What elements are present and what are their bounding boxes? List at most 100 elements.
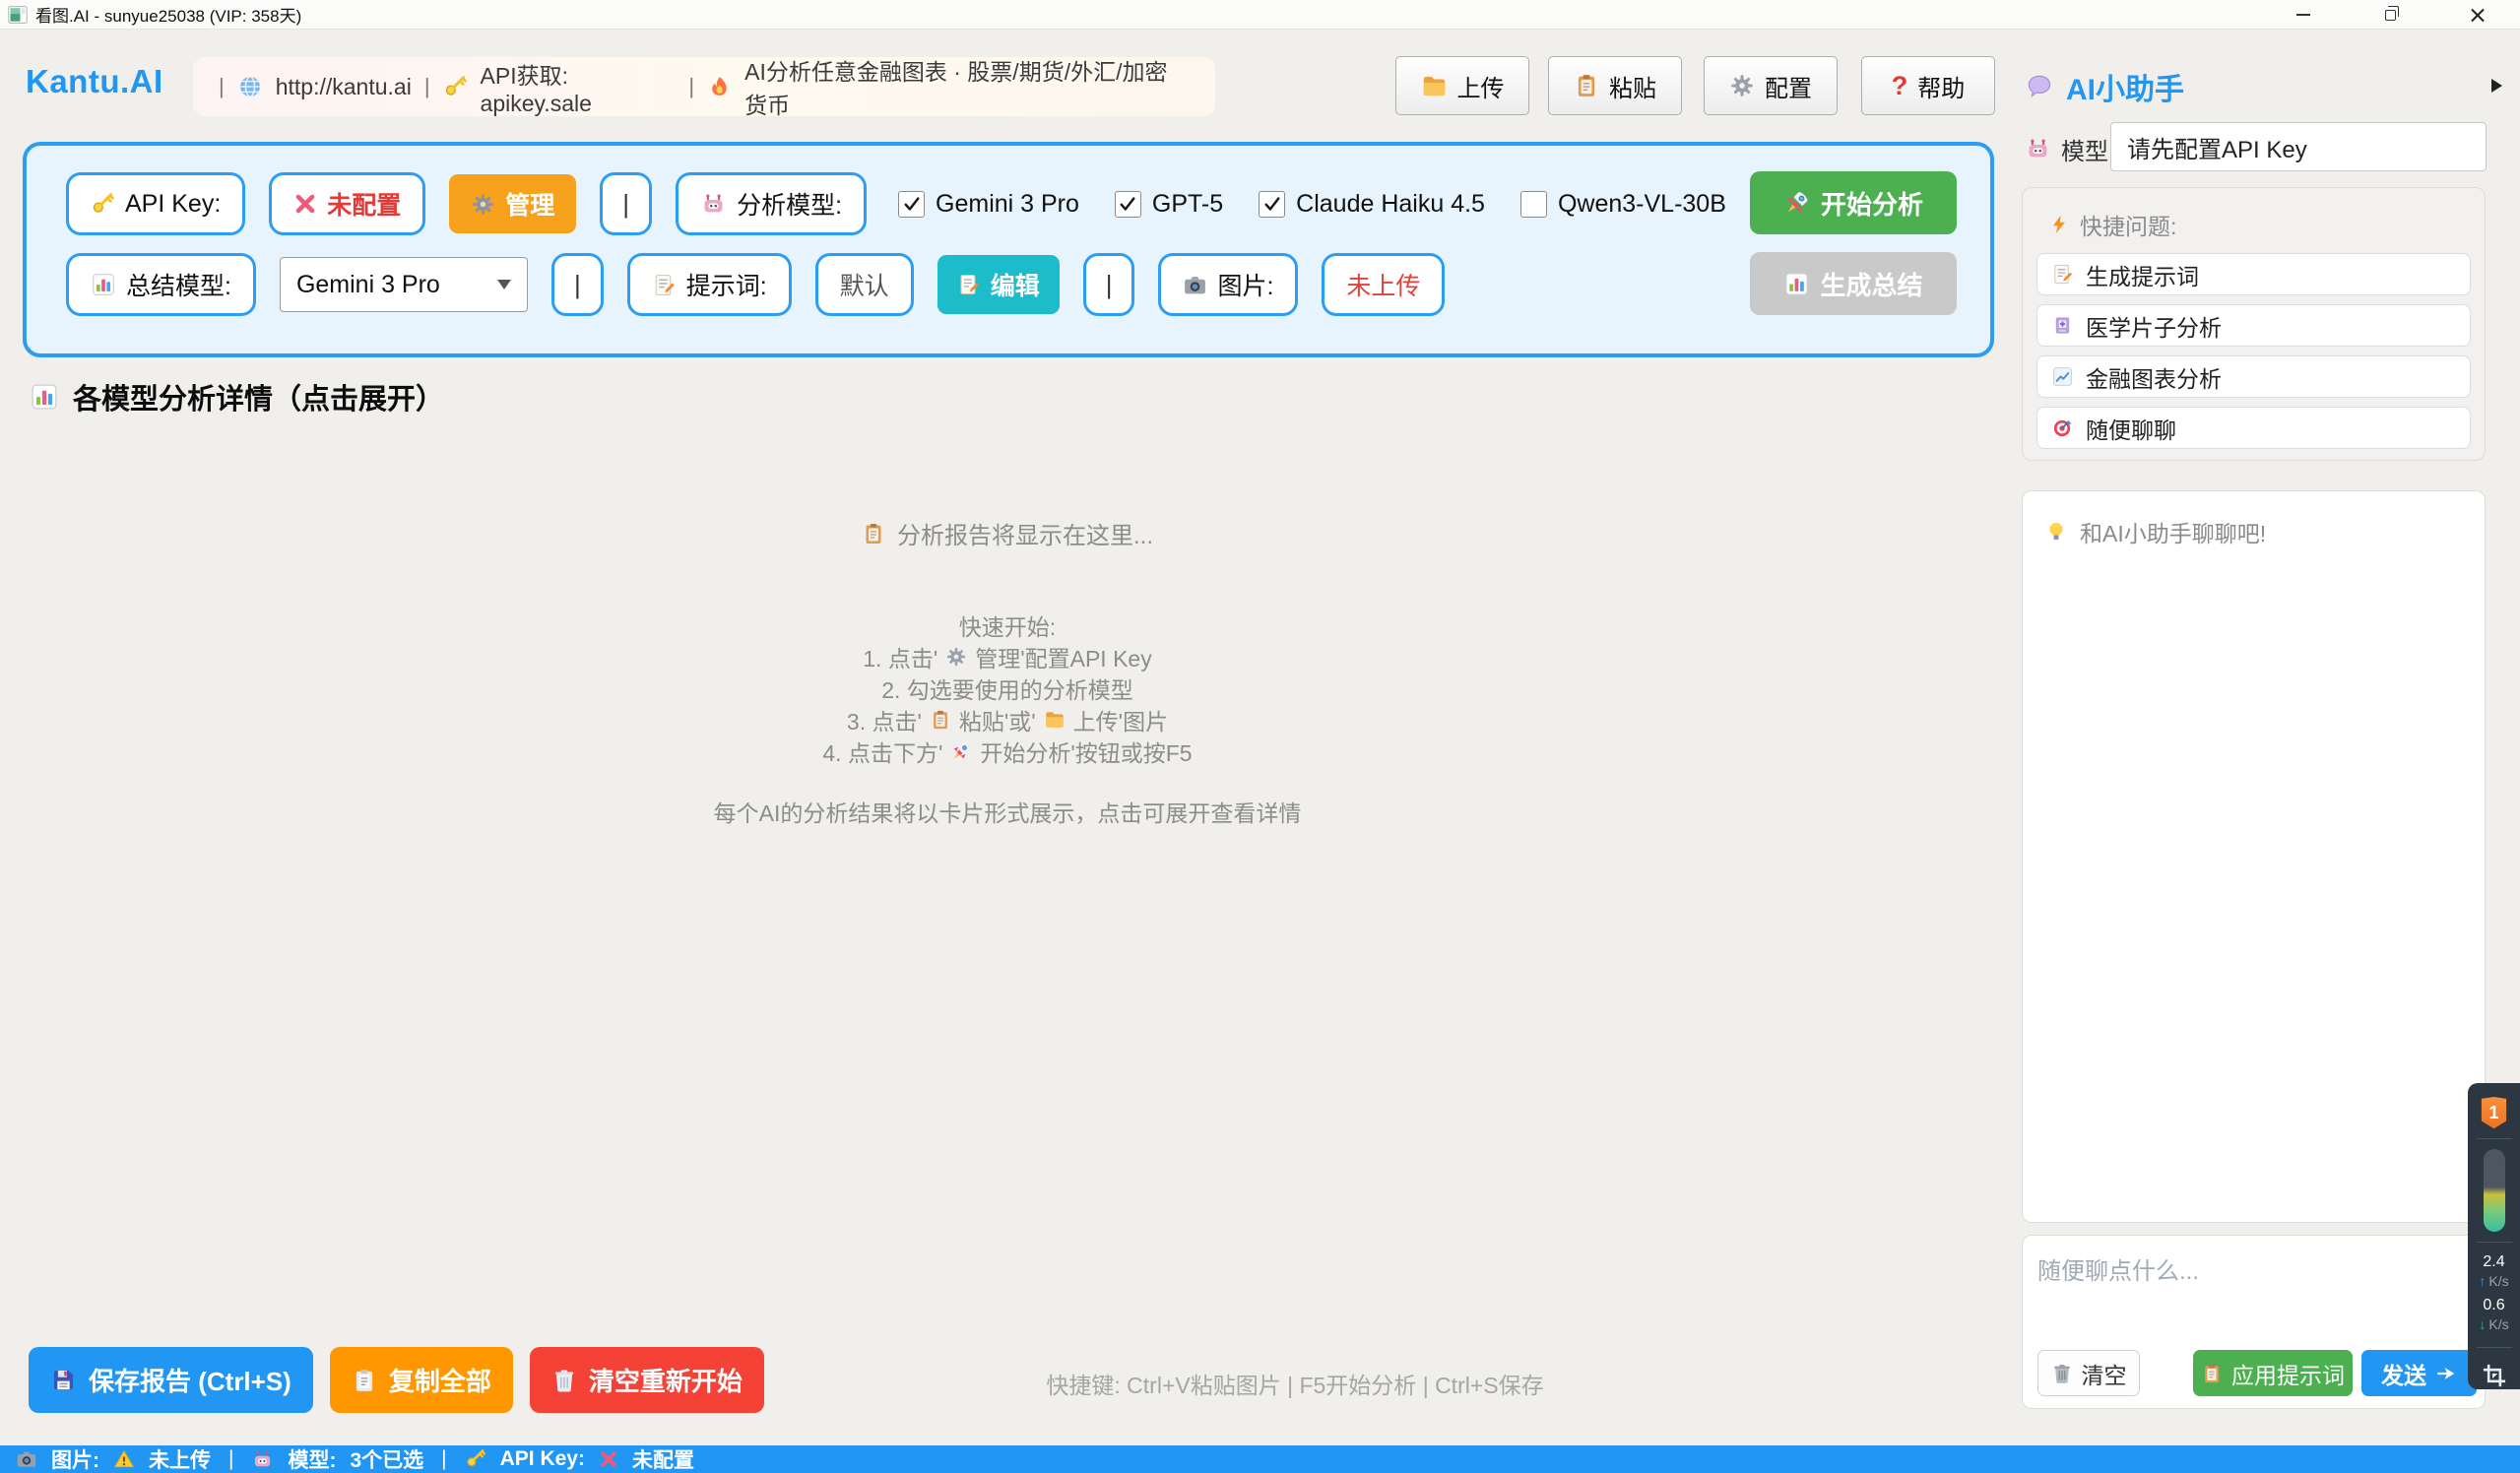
help-icon: ? (1892, 73, 1908, 99)
apply-prompt-label: 应用提示词 (2231, 1357, 2345, 1390)
clipboard-icon (862, 522, 885, 545)
gear-icon (945, 646, 967, 668)
crop-icon[interactable] (2481, 1362, 2508, 1389)
separator-pill: | (1083, 253, 1135, 316)
maximize-icon (2385, 10, 2396, 21)
edit-prompt-button[interactable]: 编辑 (937, 255, 1060, 314)
title-bar: 看图.AI - sunyue25038 (VIP: 358天) (0, 0, 2520, 30)
floppy-icon (50, 1367, 77, 1393)
warning-icon (113, 1448, 135, 1470)
sidebar-collapse-arrow[interactable] (2491, 79, 2502, 93)
save-report-button[interactable]: 保存报告 (Ctrl+S) (29, 1347, 313, 1413)
shield-badge-count: 1 (2488, 1103, 2498, 1123)
minimize-icon (2296, 14, 2310, 16)
help-button[interactable]: ? 帮助 (1861, 56, 1995, 115)
download-unit-text: K/s (2488, 1315, 2508, 1333)
capsule-indicator (2484, 1149, 2505, 1232)
chat-greeting-text: 和AI小助手聊聊吧! (2080, 515, 2266, 548)
minimize-button[interactable] (2260, 0, 2347, 30)
summary-model-label: 总结模型: (126, 267, 231, 302)
api-key-label: API Key: (125, 190, 221, 219)
checkbox-label: Qwen3-VL-30B (1558, 190, 1726, 219)
assistant-title-label: AI小助手 (2066, 65, 2184, 108)
send-label: 发送 (2381, 1357, 2426, 1390)
summary-model-select[interactable]: Gemini 3 Pro (280, 257, 528, 312)
chat-greeting: 和AI小助手聊聊吧! (2044, 515, 2463, 548)
quick-item-medical-analysis[interactable]: 医学片子分析 (2036, 304, 2471, 347)
chat-clear-label: 清空 (2082, 1357, 2127, 1390)
quick-item-label: 生成提示词 (2086, 258, 2199, 291)
paste-label: 粘贴 (1609, 69, 1656, 103)
quick-questions-label-row: 快捷问题: (2048, 208, 2471, 241)
send-button[interactable]: 发送 (2361, 1350, 2477, 1396)
quick-item-finance-chart-analysis[interactable]: 金融图表分析 (2036, 355, 2471, 398)
bulb-icon (2044, 520, 2068, 544)
chat-history-area[interactable]: 和AI小助手聊聊吧! (2022, 490, 2486, 1223)
start-analysis-button[interactable]: 开始分析 (1750, 171, 1957, 234)
app-icon (8, 5, 28, 25)
config-button[interactable]: 配置 (1704, 56, 1838, 115)
quick-item-label: 随便聊聊 (2086, 412, 2176, 445)
quickstart-label: 快速开始: (0, 609, 2015, 641)
info-separator: | (424, 74, 430, 99)
status-api-label: API Key: (500, 1447, 585, 1471)
key-icon (465, 1448, 486, 1470)
close-button[interactable] (2433, 0, 2520, 30)
separator-pill: | (551, 253, 604, 316)
image-label: 图片: (1217, 267, 1273, 302)
api-key-label-pill: API Key: (66, 172, 245, 235)
clipboard-icon (1574, 73, 1599, 98)
generate-summary-button[interactable]: 生成总结 (1750, 252, 1957, 315)
quick-item-casual-chat[interactable]: 随便聊聊 (2036, 407, 2471, 449)
status-separator: | (228, 1447, 233, 1471)
folder-icon (1421, 73, 1448, 99)
maximize-button[interactable] (2347, 0, 2433, 30)
prompt-default-label: 默认 (840, 267, 889, 302)
tagline: AI分析任意金融图表 · 股票/期货/外汇/加密货币 (744, 53, 1190, 120)
memo-icon (957, 273, 981, 296)
robot-icon (700, 191, 727, 218)
model-checkbox-gemini-3-pro[interactable]: Gemini 3 Pro (898, 190, 1079, 219)
quick-item-generate-prompt[interactable]: 生成提示词 (2036, 253, 2471, 295)
chat-clear-button[interactable]: 清空 (2037, 1350, 2140, 1396)
quick-item-label: 金融图表分析 (2086, 360, 2222, 394)
model-checkbox-gpt-5[interactable]: GPT-5 (1115, 190, 1223, 219)
results-heading[interactable]: 各模型分析详情（点击展开） (30, 376, 444, 417)
net-monitor-widget[interactable]: 1 2.4 ↑ K/s 0.6 ↓ K/s (2468, 1083, 2520, 1389)
paste-button[interactable]: 粘贴 (1548, 56, 1682, 115)
widget-divider (2477, 1242, 2512, 1243)
model-checkbox-claude-haiku-4-5[interactable]: Claude Haiku 4.5 (1259, 190, 1485, 219)
generate-summary-label: 生成总结 (1820, 266, 1922, 302)
robot-icon (2025, 136, 2051, 162)
assistant-model-label-row: 模型: (2025, 132, 2115, 166)
chat-input[interactable] (2037, 1251, 2470, 1322)
step-text: 3. 点击' (847, 703, 922, 736)
close-icon (2470, 8, 2485, 23)
manage-button[interactable]: 管理 (449, 174, 576, 233)
apply-prompt-button[interactable]: 应用提示词 (2193, 1350, 2353, 1396)
checkbox-box (1520, 191, 1547, 218)
folder-icon (1044, 709, 1066, 731)
results-heading-label: 各模型分析详情（点击展开） (73, 376, 444, 417)
assistant-model-input[interactable] (2110, 122, 2487, 171)
shortcut-hint: 快捷键: Ctrl+V粘贴图片 | F5开始分析 | Ctrl+S保存 (591, 1367, 1999, 1400)
image-status-pill: 未上传 (1322, 253, 1445, 316)
trash-icon (551, 1368, 577, 1393)
download-speed-value: 0.6 (2483, 1296, 2504, 1315)
medical-icon (2051, 314, 2074, 337)
download-speed-unit: ↓ K/s (2479, 1315, 2508, 1333)
lightning-icon (2048, 214, 2070, 235)
status-image-label: 图片: (51, 1444, 99, 1473)
key-icon (443, 75, 468, 99)
prompt-default-pill[interactable]: 默认 (815, 253, 914, 316)
chat-balloon-icon (2025, 72, 2054, 101)
chat-input-card: 清空 应用提示词 发送 (2022, 1235, 2486, 1409)
status-image-status: 未上传 (149, 1444, 211, 1473)
copy-all-button[interactable]: 复制全部 (330, 1347, 513, 1413)
arrow-up-icon: ↑ (2479, 1272, 2486, 1290)
model-checkbox-qwen3-vl-30b[interactable]: Qwen3-VL-30B (1520, 190, 1726, 219)
arrow-down-icon: ↓ (2479, 1315, 2486, 1333)
quick-item-label: 医学片子分析 (2086, 309, 2222, 343)
upload-button[interactable]: 上传 (1395, 56, 1529, 115)
placeholder-title: 分析报告将显示在这里... (0, 516, 2015, 550)
